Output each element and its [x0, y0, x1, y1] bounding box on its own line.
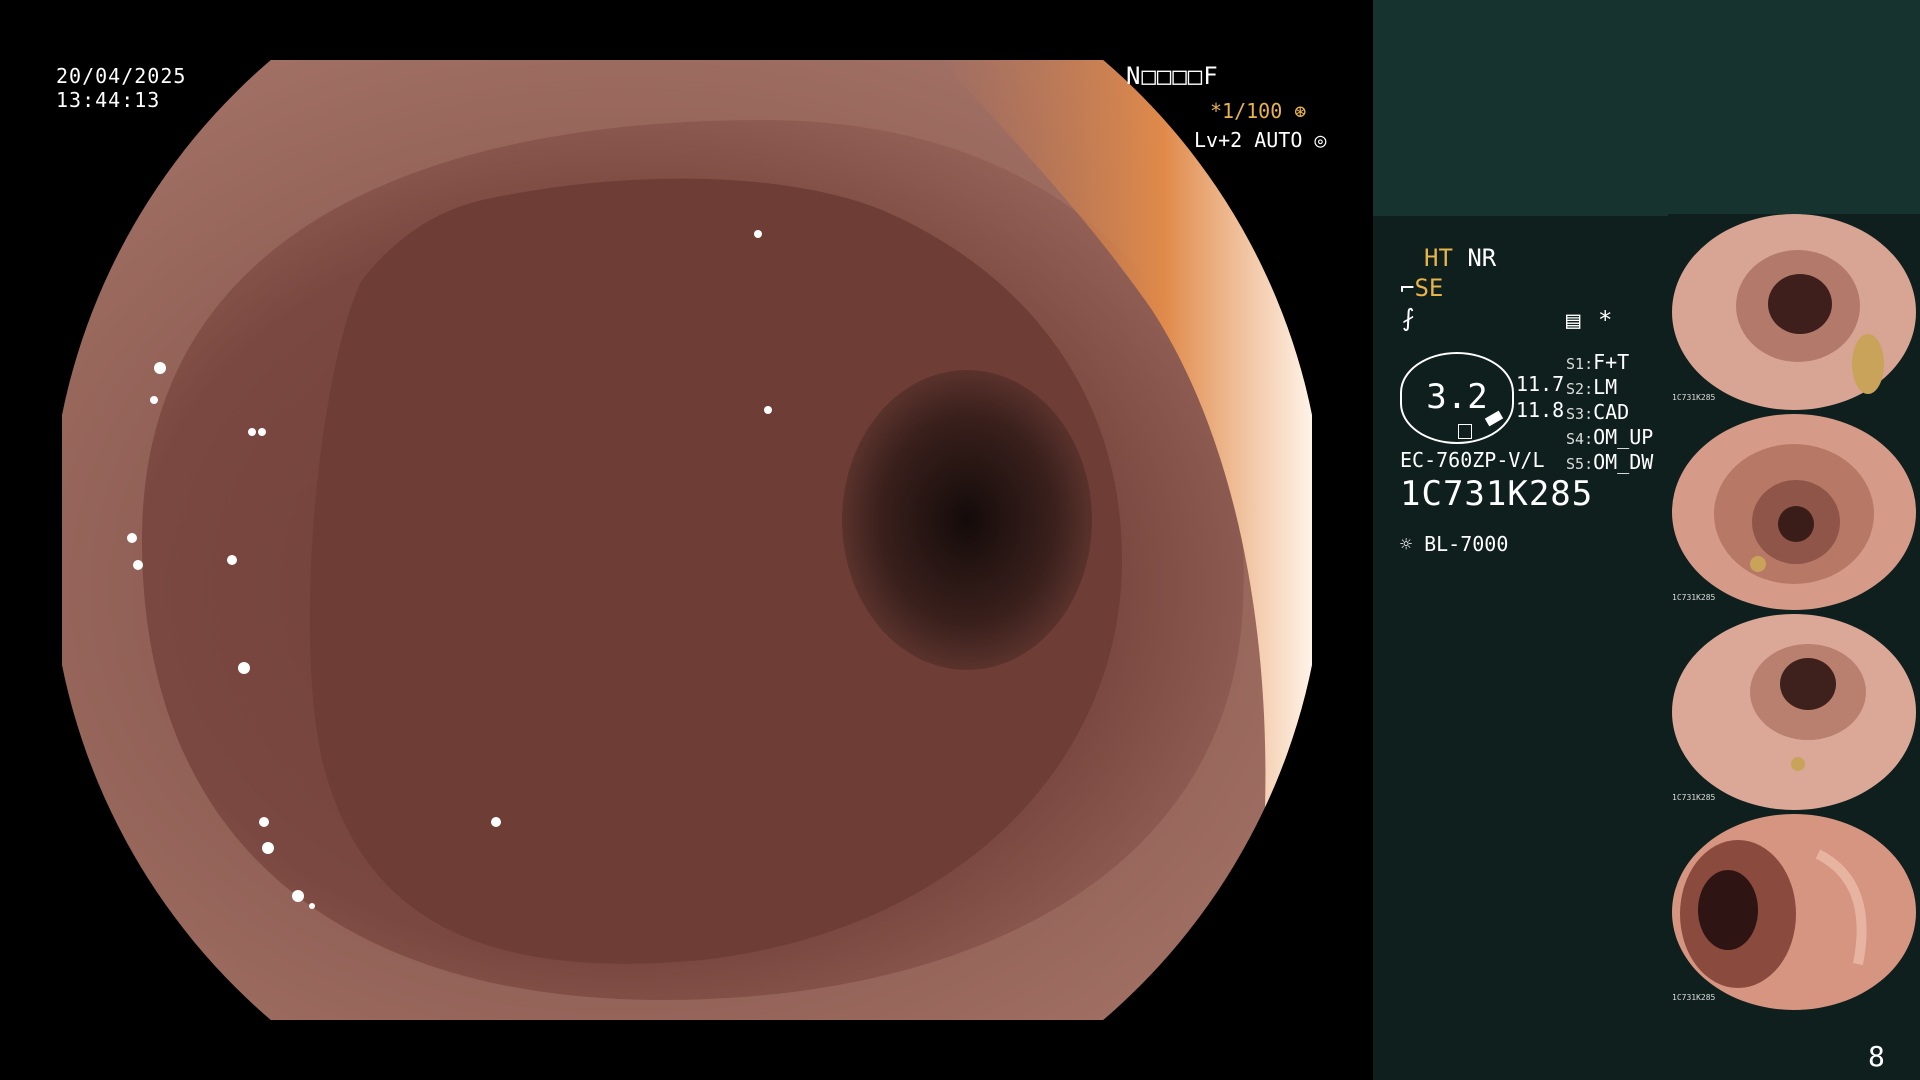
- light-source-text: BL-7000: [1424, 532, 1509, 556]
- thumbnail-2[interactable]: 1C731K285: [1668, 414, 1920, 610]
- switch-row: S5:OM_DW: [1566, 450, 1654, 474]
- thumbnail-id: 1C731K285: [1672, 993, 1716, 1002]
- switch-row: S1:F+T: [1566, 350, 1630, 374]
- thumbnail-image: [1668, 814, 1920, 1010]
- shutter-text: *1/100: [1210, 99, 1283, 123]
- date-text: 20/04/2025: [56, 64, 187, 88]
- se-label: SE: [1414, 274, 1444, 302]
- value-a: 11.7: [1516, 372, 1565, 396]
- thumbnail-id: 1C731K285: [1672, 593, 1716, 602]
- scope-model: EC-760ZP-V/L: [1400, 448, 1545, 472]
- lens-square-icon: [1458, 424, 1472, 439]
- structure-enhance-icon: ⌐: [1400, 274, 1415, 302]
- light-source-icon: ☼: [1400, 532, 1413, 556]
- patient-code: N□□□□F: [1126, 62, 1219, 90]
- scope-serial: 1C731K285: [1400, 474, 1594, 514]
- thumbnail-image: [1668, 214, 1920, 410]
- endoscopy-image: [62, 60, 1312, 1020]
- mode-row-1: HT NR: [1424, 244, 1496, 272]
- color-enhance-icon: ⨏: [1402, 304, 1415, 332]
- exposure-level: Lv+2 AUTO ◎: [1194, 128, 1326, 152]
- thumbnail-3[interactable]: 1C731K285: [1668, 614, 1920, 810]
- level-text: Lv+2 AUTO: [1194, 128, 1303, 152]
- mode-row-2: ⌐SE: [1400, 274, 1443, 302]
- timestamp: 20/04/2025 13:44:13: [56, 64, 186, 112]
- shutter-speed: *1/100 ⊛: [1210, 99, 1306, 123]
- thumbnail-image: [1668, 614, 1920, 810]
- info-panel-header: [1373, 0, 1920, 216]
- thumbnail-1[interactable]: 1C731K285: [1668, 214, 1920, 410]
- value-b: 11.8: [1516, 398, 1565, 422]
- zoom-indicator: 3.2: [1400, 352, 1514, 444]
- switch-row: S4:OM_UP: [1566, 425, 1654, 449]
- colon-lumen-view: [62, 60, 1312, 1020]
- switch-row: S2:LM: [1566, 375, 1618, 399]
- thumbnail-4[interactable]: 1C731K285: [1668, 814, 1920, 1010]
- auto-iris-icon: ◎: [1314, 128, 1327, 152]
- thumbnail-image: [1668, 414, 1920, 610]
- nr-label: NR: [1467, 244, 1497, 272]
- asterisk-label: *: [1598, 306, 1613, 334]
- zoom-value: 3.2: [1426, 377, 1488, 417]
- settings-icon: ▤: [1566, 306, 1581, 334]
- thumbnail-id: 1C731K285: [1672, 393, 1716, 402]
- time-text: 13:44:13: [56, 88, 161, 112]
- ht-label: HT: [1424, 244, 1453, 272]
- shutter-icon: ⊛: [1294, 99, 1307, 123]
- page-number: 8: [1868, 1040, 1885, 1073]
- switch-list: S1:F+T S2:LM S3:CAD S4:OM_UP S5:OM_DW: [1566, 350, 1653, 475]
- light-source: ☼ BL-7000: [1400, 532, 1508, 556]
- thumbnail-strip: 1C731K285 1C731K285 1C731K285 1C731K285: [1668, 214, 1920, 1010]
- switch-row: S3:CAD: [1566, 400, 1630, 424]
- thumbnail-id: 1C731K285: [1672, 793, 1716, 802]
